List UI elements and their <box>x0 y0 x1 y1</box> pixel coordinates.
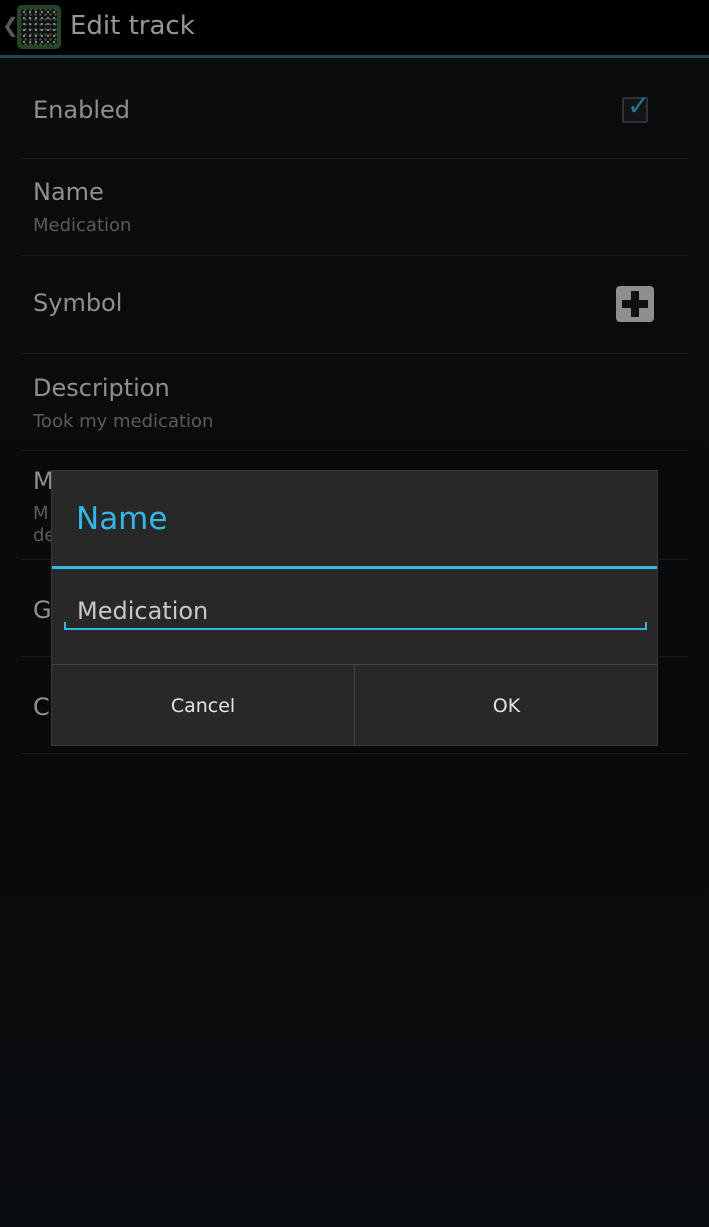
ok-button[interactable]: OK <box>356 665 657 746</box>
screen: ❮ Edit track Enabled ✓ Name Medication S… <box>0 0 709 1227</box>
input-underline <box>64 622 647 630</box>
dialog-title: Name <box>76 501 168 537</box>
name-input[interactable] <box>64 584 647 632</box>
cancel-button[interactable]: Cancel <box>52 665 355 746</box>
dialog-button-bar: Cancel OK <box>52 664 657 746</box>
name-dialog: Name Cancel OK <box>51 470 658 746</box>
dialog-title-divider <box>52 566 657 569</box>
